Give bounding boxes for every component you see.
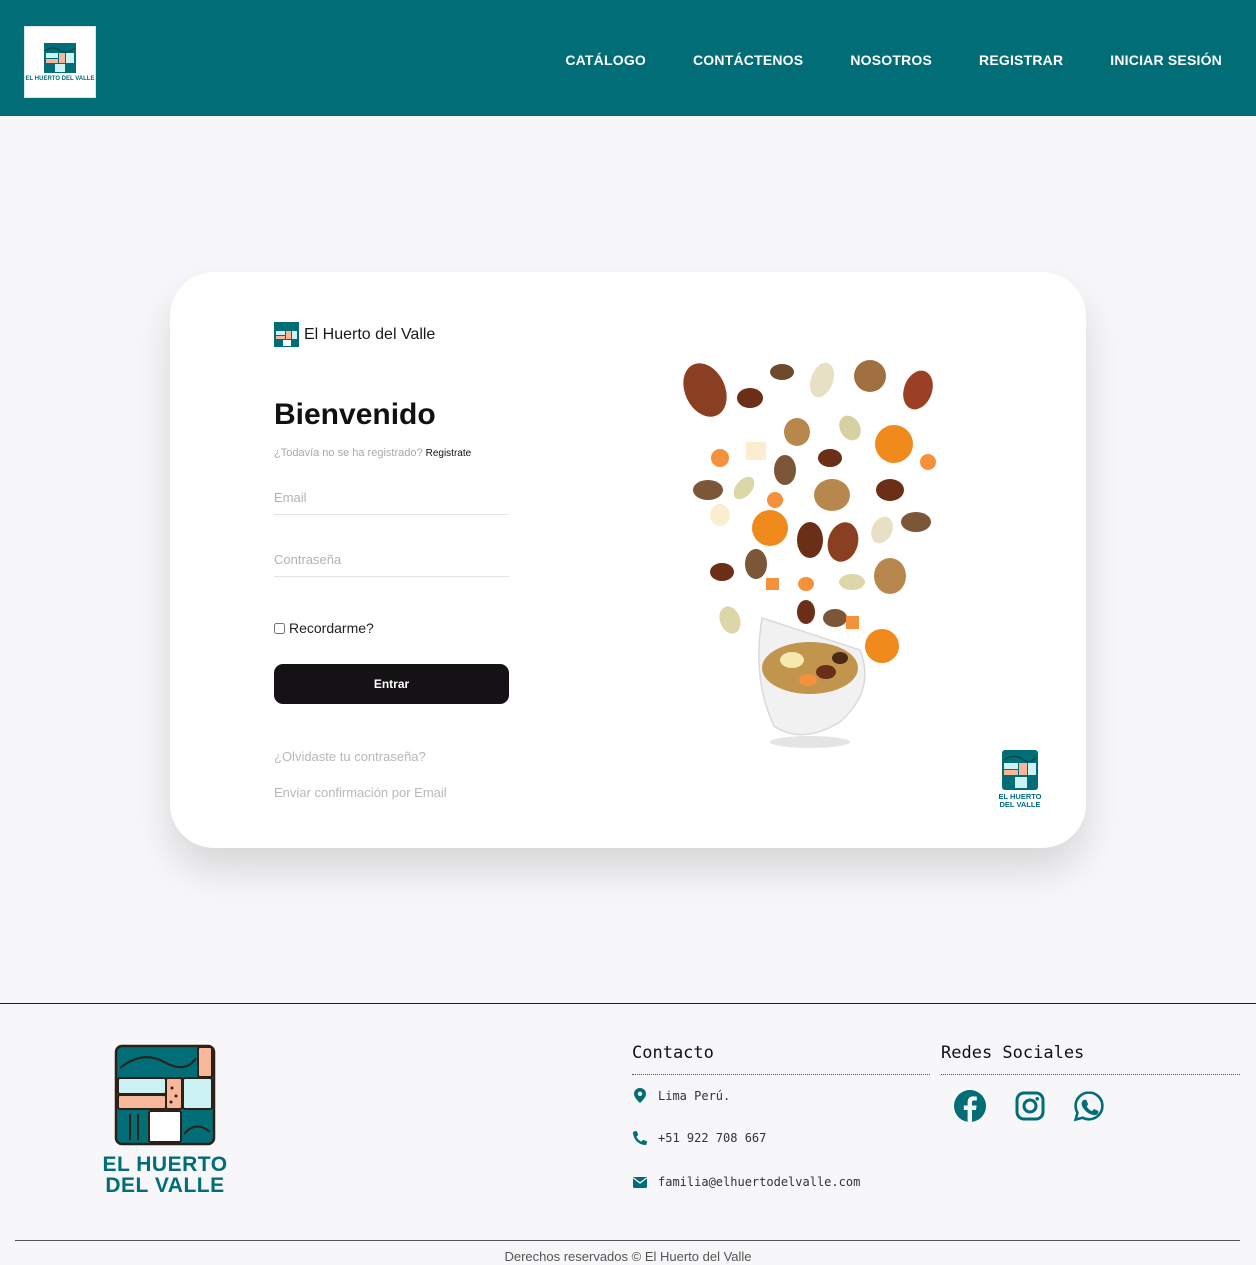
card-logo-text: EL HUERTO DEL VALLE [998, 792, 1042, 809]
instagram-icon[interactable] [1013, 1089, 1047, 1123]
signup-prompt: ¿Todavía no se ha registrado? [274, 447, 423, 459]
card-corner-logo: EL HUERTO DEL VALLE [992, 750, 1048, 809]
top-navbar: EL HUERTO DEL VALLE CATÁLOGO CONTÁCTENOS… [0, 0, 1256, 116]
footer-divider [0, 1003, 1256, 1004]
copyright-divider [15, 1240, 1240, 1241]
nav-iniciar-sesion[interactable]: INICIAR SESIÓN [1110, 52, 1222, 68]
remember-label: Recordarme? [289, 620, 374, 636]
footer-logo-line1: EL HUERTO [102, 1153, 228, 1176]
brand-name: El Huerto del Valle [304, 325, 436, 343]
contact-location: Lima Perú. [632, 1088, 730, 1103]
main-nav: CATÁLOGO CONTÁCTENOS NOSOTROS REGISTRAR … [518, 52, 1222, 68]
password-field[interactable] [274, 548, 509, 577]
logo-mosaic-icon [114, 1044, 216, 1146]
footer-logo-line2: DEL VALLE [105, 1174, 225, 1197]
map-pin-icon [632, 1088, 648, 1103]
social-title: Redes Sociales [941, 1043, 1085, 1063]
nav-registrar[interactable]: REGISTRAR [979, 52, 1063, 68]
signup-prompt-row: ¿Todavía no se ha registrado? Registrate [274, 447, 471, 459]
nav-catalogo[interactable]: CATÁLOGO [565, 52, 646, 68]
envelope-icon [632, 1176, 648, 1188]
dried-fruits-image [683, 360, 936, 748]
remember-checkbox[interactable] [274, 622, 285, 634]
login-title: Bienvenido [274, 398, 436, 431]
header-logo[interactable]: EL HUERTO DEL VALLE [24, 26, 96, 98]
card-brand: El Huerto del Valle [274, 322, 435, 347]
copyright-text: Derechos reservados © El Huerto del Vall… [504, 1249, 752, 1264]
nav-nosotros[interactable]: NOSOTROS [850, 52, 932, 68]
login-button[interactable]: Entrar [274, 664, 509, 704]
social-divider [941, 1074, 1240, 1075]
phone-icon [632, 1131, 648, 1145]
contact-phone: +51 922 708 667 [632, 1131, 766, 1145]
location-text: Lima Perú. [658, 1088, 731, 1103]
whatsapp-icon[interactable] [1072, 1089, 1106, 1123]
contact-divider [632, 1074, 930, 1075]
remember-me[interactable]: Recordarme? [274, 620, 374, 636]
email-text[interactable]: familia@elhuertodelvalle.com [658, 1175, 860, 1189]
logo-mosaic-icon [1002, 750, 1038, 790]
signup-link[interactable]: Registrate [426, 448, 472, 459]
login-card: El Huerto del Valle Bienvenido ¿Todavía … [170, 272, 1086, 848]
phone-text[interactable]: +51 922 708 667 [658, 1131, 766, 1145]
white-bowl [758, 617, 866, 748]
forgot-password-link[interactable]: ¿Olvidaste tu contraseña? [274, 749, 426, 764]
brand-logo-icon [274, 322, 299, 347]
facebook-icon[interactable] [953, 1089, 987, 1123]
contact-title: Contacto [632, 1043, 714, 1063]
footer-logo: EL HUERTO DEL VALLE [98, 1044, 232, 1196]
email-field[interactable] [274, 486, 509, 515]
falling-nuts [683, 360, 936, 663]
nav-contactenos[interactable]: CONTÁCTENOS [693, 52, 803, 68]
contact-email: familia@elhuertodelvalle.com [632, 1175, 860, 1189]
logo-mosaic-icon [44, 43, 76, 73]
header-logo-text: EL HUERTO DEL VALLE [25, 76, 95, 82]
resend-confirmation-link[interactable]: Enviar confirmación por Email [274, 785, 447, 800]
